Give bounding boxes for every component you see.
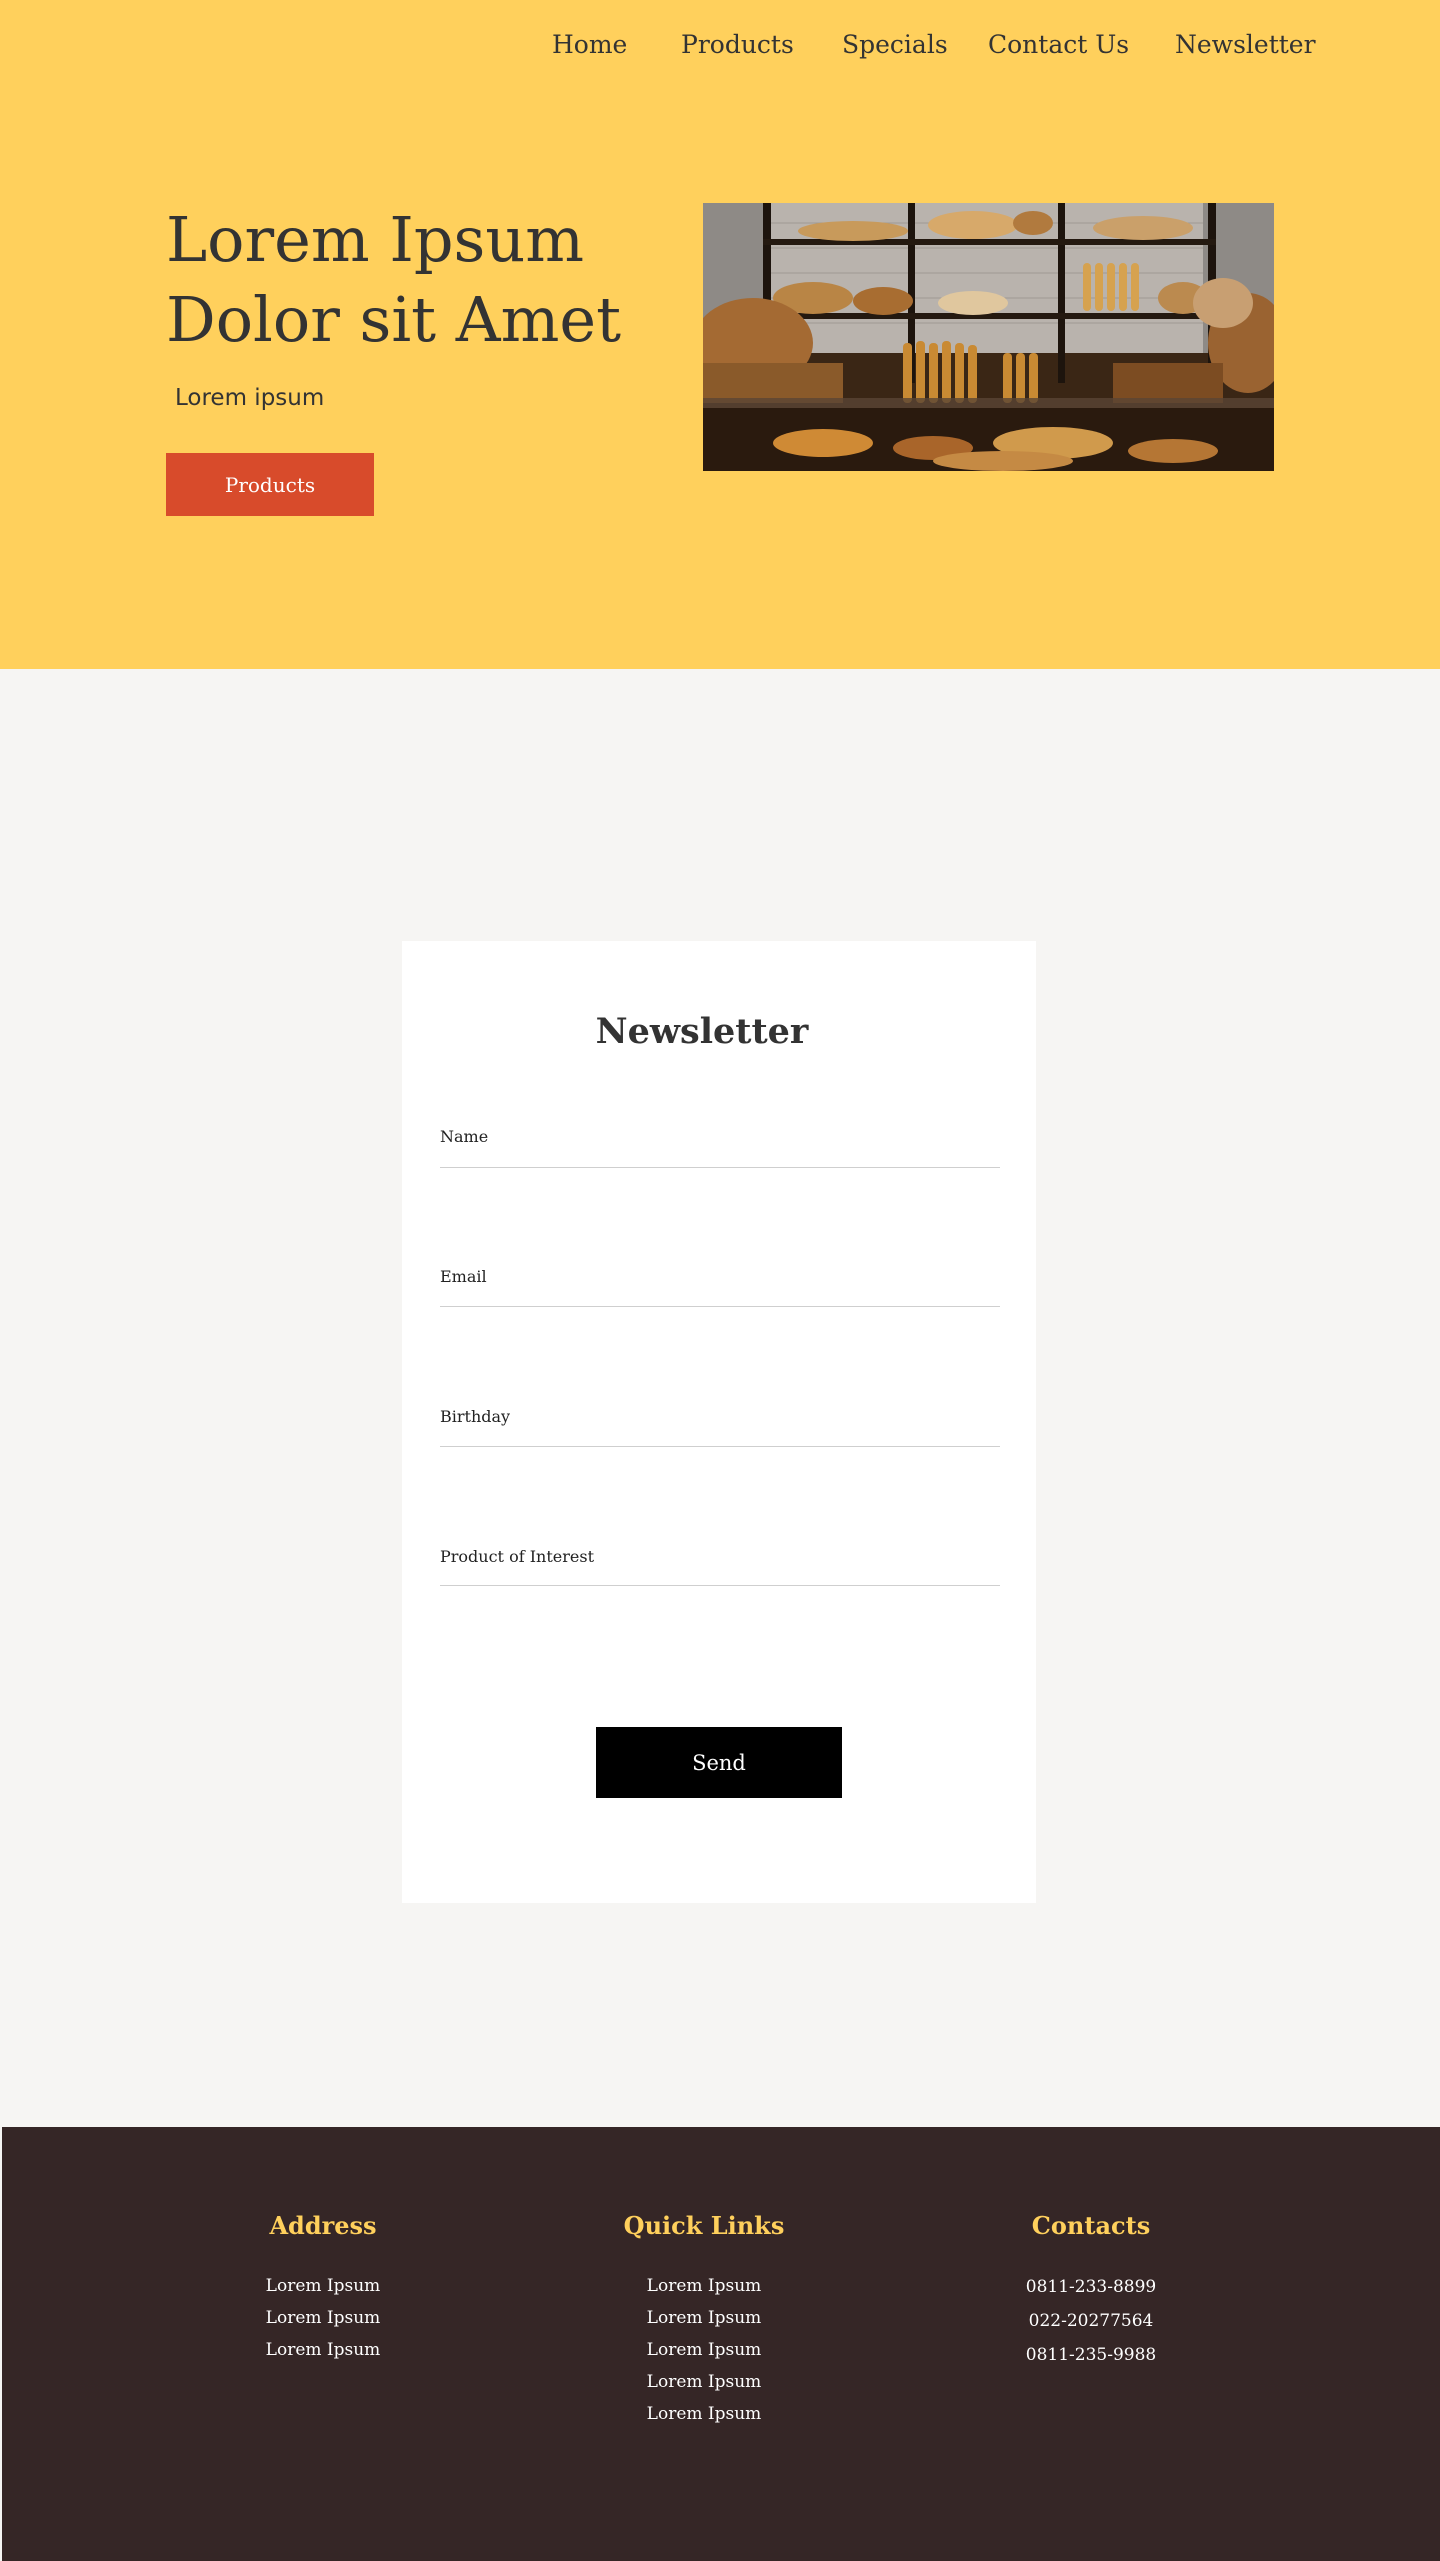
footer-quick-links-heading: Quick Links: [623, 2211, 785, 2240]
newsletter-title: Newsletter: [595, 1011, 809, 1052]
newsletter-card: Newsletter Name Email Birthday Product o…: [402, 941, 1036, 1903]
hero-subtitle: Lorem ipsum: [175, 385, 325, 411]
quick-link[interactable]: Lorem Ipsum: [544, 2366, 864, 2398]
quick-link[interactable]: Lorem Ipsum: [544, 2334, 864, 2366]
nav-contact-us[interactable]: Contact Us: [988, 30, 1129, 59]
footer-address: Address Lorem Ipsum Lorem Ipsum Lorem Ip…: [163, 2211, 483, 2366]
hero-title-line1: Lorem Ipsum: [166, 203, 585, 276]
footer-contacts: Contacts 0811-233-8899 022-20277564 0811…: [931, 2211, 1251, 2372]
birthday-field[interactable]: [440, 1406, 1000, 1447]
contact-phone: 0811-235-9988: [1025, 2345, 1157, 2365]
quick-link[interactable]: Lorem Ipsum: [544, 2270, 864, 2302]
address-line: Lorem Ipsum: [265, 2308, 381, 2328]
products-button[interactable]: Products: [166, 453, 374, 516]
name-field[interactable]: [440, 1127, 1000, 1168]
quick-link[interactable]: Lorem Ipsum: [544, 2398, 864, 2430]
hero-title: Lorem Ipsum Dolor sit Amet: [166, 200, 686, 360]
hero-title-line2: Dolor sit Amet: [166, 283, 621, 356]
address-line: Lorem Ipsum: [265, 2340, 381, 2360]
footer-address-heading: Address: [269, 2211, 377, 2240]
contact-phone: 0811-233-8899: [1025, 2277, 1157, 2297]
nav-specials[interactable]: Specials: [842, 30, 948, 59]
product-of-interest-field[interactable]: [440, 1545, 1000, 1586]
nav-home[interactable]: Home: [552, 30, 627, 59]
nav-newsletter[interactable]: Newsletter: [1175, 30, 1316, 59]
bakery-shelves-image: [703, 203, 1274, 471]
contact-phone: 022-20277564: [1028, 2311, 1154, 2331]
footer-quick-links: Quick Links Lorem Ipsum Lorem Ipsum Lore…: [544, 2211, 864, 2430]
hero-section: Home Products Specials Contact Us Newsle…: [0, 0, 1440, 669]
footer-contacts-heading: Contacts: [1031, 2211, 1151, 2240]
email-field[interactable]: [440, 1266, 1000, 1307]
address-line: Lorem Ipsum: [265, 2276, 381, 2296]
send-button[interactable]: Send: [596, 1727, 842, 1798]
nav-products[interactable]: Products: [681, 30, 794, 59]
quick-link[interactable]: Lorem Ipsum: [544, 2302, 864, 2334]
